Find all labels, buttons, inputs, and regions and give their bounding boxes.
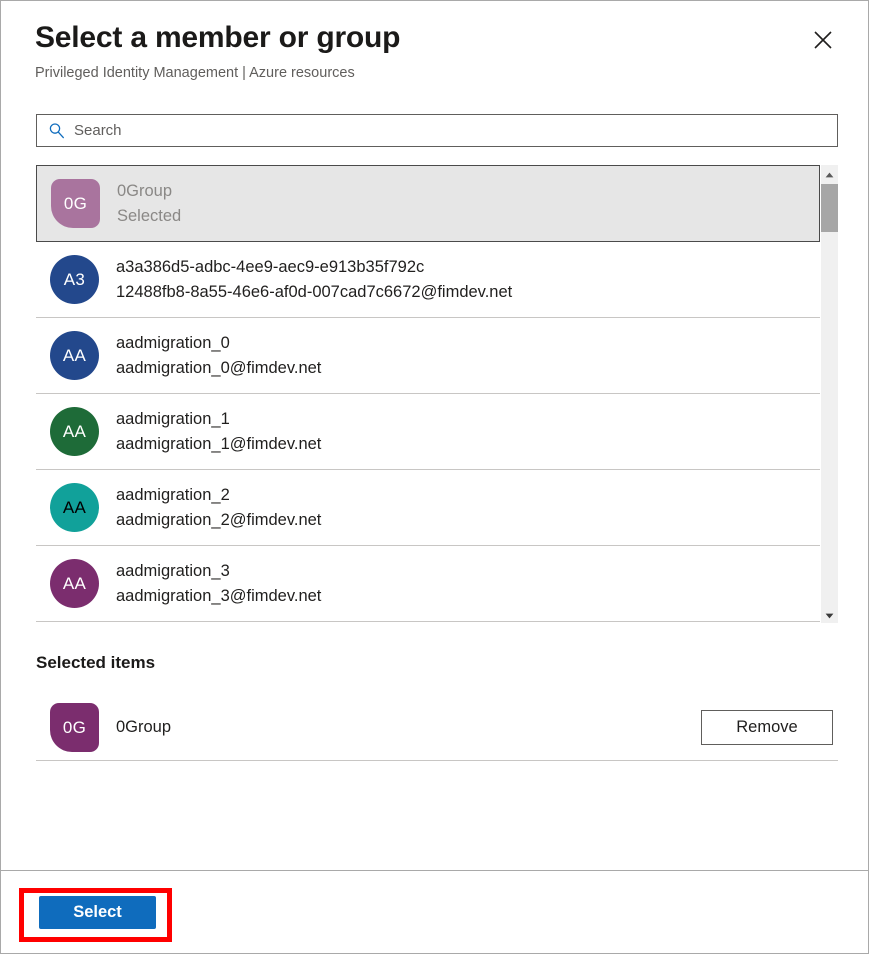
list-item[interactable]: AA aadmigration_0 aadmigration_0@fimdev.… [36, 318, 820, 394]
list-item-texts: aadmigration_0 aadmigration_0@fimdev.net [116, 331, 820, 381]
select-button[interactable]: Select [39, 896, 156, 929]
list-item-texts: 0Group Selected [117, 179, 819, 229]
list-item[interactable]: AA aadmigration_1 aadmigration_1@fimdev.… [36, 394, 820, 470]
list-item[interactable]: 0G 0Group Selected [36, 165, 820, 242]
list-item-texts: aadmigration_2 aadmigration_2@fimdev.net [116, 483, 820, 533]
content-spacer [1, 761, 868, 870]
avatar: AA [50, 331, 99, 380]
results-list[interactable]: 0G 0Group Selected A3 a3a386d5-adbc-4ee9… [36, 165, 820, 623]
search-section [36, 114, 838, 147]
list-item-subtitle: Selected [117, 204, 819, 229]
list-item[interactable]: AA aadmigration_2 aadmigration_2@fimdev.… [36, 470, 820, 546]
page-title: Select a member or group [35, 19, 836, 57]
close-button[interactable] [806, 23, 840, 57]
search-input[interactable] [74, 122, 827, 139]
list-item[interactable]: AA aadmigration_3 aadmigration_3@fimdev.… [36, 546, 820, 622]
results-scrollbar[interactable] [820, 165, 838, 623]
avatar: 0G [51, 179, 100, 228]
dialog-footer: Select [1, 870, 868, 953]
scroll-up-button[interactable] [821, 165, 838, 182]
avatar: 0G [50, 703, 99, 752]
list-item-subtitle: aadmigration_0@fimdev.net [116, 356, 820, 381]
scrollbar-track[interactable] [821, 182, 838, 606]
list-item-texts: aadmigration_3 aadmigration_3@fimdev.net [116, 559, 820, 609]
list-item-name: 0Group [117, 179, 819, 204]
list-item-name: aadmigration_0 [116, 331, 820, 356]
chevron-down-icon [825, 606, 834, 624]
breadcrumb: Privileged Identity Management | Azure r… [35, 63, 836, 83]
scrollbar-thumb[interactable] [821, 184, 838, 232]
dialog-header: Select a member or group Privileged Iden… [1, 1, 868, 83]
scroll-down-button[interactable] [821, 606, 838, 623]
avatar: A3 [50, 255, 99, 304]
chevron-up-icon [825, 165, 834, 183]
list-item-subtitle: aadmigration_3@fimdev.net [116, 584, 820, 609]
list-item-subtitle: aadmigration_1@fimdev.net [116, 432, 820, 457]
selected-items-section: Selected items 0G 0Group Remove [36, 623, 838, 761]
search-box[interactable] [36, 114, 838, 147]
list-item-name: aadmigration_3 [116, 559, 820, 584]
avatar: AA [50, 407, 99, 456]
avatar: AA [50, 559, 99, 608]
list-item[interactable]: A3 a3a386d5-adbc-4ee9-aec9-e913b35f792c … [36, 242, 820, 318]
selected-items-heading: Selected items [36, 653, 838, 673]
selected-item-name: 0Group [116, 718, 701, 737]
list-item-subtitle: 12488fb8-8a55-46e6-af0d-007cad7c6672@fim… [116, 280, 820, 305]
close-icon [813, 30, 833, 50]
list-item-subtitle: aadmigration_2@fimdev.net [116, 508, 820, 533]
list-item-name: a3a386d5-adbc-4ee9-aec9-e913b35f792c [116, 255, 820, 280]
results-area: 0G 0Group Selected A3 a3a386d5-adbc-4ee9… [36, 165, 838, 623]
select-member-or-group-dialog: Select a member or group Privileged Iden… [0, 0, 869, 954]
avatar: AA [50, 483, 99, 532]
list-item-name: aadmigration_2 [116, 483, 820, 508]
list-item-name: aadmigration_1 [116, 407, 820, 432]
list-item-texts: a3a386d5-adbc-4ee9-aec9-e913b35f792c 124… [116, 255, 820, 305]
remove-button[interactable]: Remove [701, 710, 833, 745]
list-item-texts: aadmigration_1 aadmigration_1@fimdev.net [116, 407, 820, 457]
search-icon [47, 122, 65, 140]
selected-item-row: 0G 0Group Remove [36, 695, 838, 761]
